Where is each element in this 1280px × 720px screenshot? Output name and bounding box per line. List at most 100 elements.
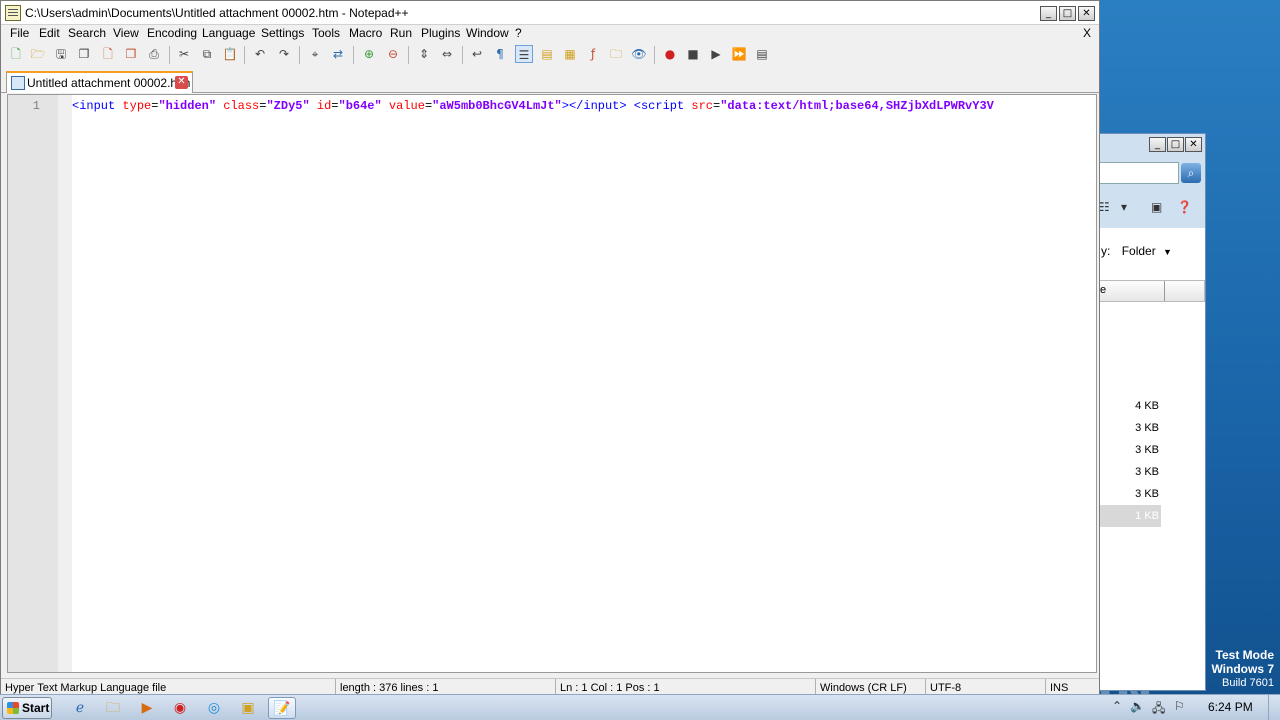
code-token: "b64e" <box>338 99 382 113</box>
run-macro-multiple-icon[interactable]: ⏩ <box>730 45 748 63</box>
menu-tools[interactable]: Tools <box>312 26 340 40</box>
tab-bar: Untitled attachment 00002.htm ✕ <box>1 67 1099 93</box>
menu-search[interactable]: Search <box>68 26 106 40</box>
column-divider[interactable] <box>1164 281 1165 301</box>
menu-edit[interactable]: Edit <box>39 26 60 40</box>
new-file-icon[interactable]: 🗋 <box>7 45 25 63</box>
zoom-out-icon[interactable]: ⊖ <box>384 45 402 63</box>
arrange-by-label: y: <box>1101 244 1111 258</box>
play-macro-icon[interactable]: ▶ <box>707 45 725 63</box>
test-mode-label: Test Mode <box>1215 648 1274 662</box>
find-icon[interactable]: ⌖ <box>306 45 324 63</box>
file-size: 3 KB <box>1135 466 1159 478</box>
file-size-selected[interactable]: 1 KB <box>1099 505 1161 527</box>
zoom-in-icon[interactable]: ⊕ <box>360 45 378 63</box>
menu-plugins[interactable]: Plugins <box>421 26 460 40</box>
explorer-search-input[interactable] <box>1099 162 1179 184</box>
menu-bar: File Edit Search View Encoding Language … <box>1 25 1099 43</box>
file-explorer-icon[interactable]: 🗀 <box>99 697 127 719</box>
start-button[interactable]: Start <box>2 697 52 719</box>
sync-horizontal-icon[interactable]: ⇔ <box>438 45 456 63</box>
minimize-button[interactable]: _ <box>1149 137 1166 152</box>
show-desktop-button[interactable] <box>1268 695 1280 720</box>
replace-icon[interactable]: ⇄ <box>329 45 347 63</box>
open-file-icon[interactable]: 🗁 <box>29 45 47 63</box>
folder-workspace-icon[interactable]: 🗀 <box>607 45 625 63</box>
arrange-by[interactable]: y: Folder ▼ <box>1101 244 1172 258</box>
build-label: Build 7601 <box>1222 677 1274 689</box>
indent-guide-icon[interactable]: ☰ <box>515 45 533 63</box>
minimize-button[interactable]: _ <box>1040 6 1057 21</box>
notepadpp-taskbar-icon[interactable]: 📝 <box>268 697 296 719</box>
maximize-button[interactable]: □ <box>1167 137 1184 152</box>
save-all-icon[interactable]: ❐ <box>75 45 93 63</box>
internet-explorer-icon[interactable]: ℯ <box>66 697 94 719</box>
close-document-button[interactable]: X <box>1083 26 1091 40</box>
close-button[interactable]: ✕ <box>1185 137 1202 152</box>
monitoring-icon[interactable]: 👁 <box>630 45 648 63</box>
show-hidden-icons-icon[interactable]: ⌃ <box>1112 699 1122 713</box>
tab-label: Untitled attachment 00002.htm <box>27 76 191 90</box>
explorer-window[interactable]: _ □ ✕ ⌕ ☷ ▾ ▣ ❓ y: Folder ▼ e 4 KB 3 KB … <box>1098 133 1206 691</box>
preview-pane-icon[interactable]: ▣ <box>1151 200 1162 214</box>
view-options-icon[interactable]: ☷ <box>1099 200 1110 214</box>
code-token: type <box>115 99 152 113</box>
menu-language[interactable]: Language <box>202 26 255 40</box>
undo-icon[interactable]: ↶ <box>251 45 269 63</box>
paste-icon[interactable]: 📋 <box>221 45 239 63</box>
explorer-content: y: Folder ▼ e 4 KB 3 KB 3 KB 3 KB 3 KB 1… <box>1099 228 1205 690</box>
sync-vertical-icon[interactable]: ⇕ <box>415 45 433 63</box>
save-icon[interactable]: 🖫 <box>52 45 70 63</box>
record-macro-icon[interactable]: ● <box>661 45 679 63</box>
user-language-icon[interactable]: ▤ <box>538 45 556 63</box>
code-line[interactable]: <input type="hidden" class="ZDy5" id="b6… <box>72 99 994 113</box>
help-icon[interactable]: ❓ <box>1177 200 1192 214</box>
close-all-icon[interactable]: ❒ <box>122 45 140 63</box>
action-center-icon[interactable]: ⚐ <box>1174 699 1185 713</box>
menu-view[interactable]: View <box>113 26 139 40</box>
menu-macro[interactable]: Macro <box>349 26 382 40</box>
doc-map-icon[interactable]: ▦ <box>561 45 579 63</box>
show-all-chars-icon[interactable]: ¶ <box>491 45 509 63</box>
close-tab-icon[interactable]: ✕ <box>175 76 188 89</box>
network-icon[interactable]: 🖧 <box>1152 699 1165 720</box>
column-header[interactable]: e <box>1099 280 1205 302</box>
menu-encoding[interactable]: Encoding <box>147 26 197 40</box>
word-wrap-icon[interactable]: ↩ <box>468 45 486 63</box>
stop-record-icon[interactable]: ■ <box>684 45 702 63</box>
menu-window[interactable]: Window <box>466 26 509 40</box>
close-icon[interactable]: 🗋 <box>99 45 117 63</box>
cut-icon[interactable]: ✂ <box>175 45 193 63</box>
fold-margin[interactable] <box>58 95 72 672</box>
save-macro-icon[interactable]: ▤ <box>753 45 771 63</box>
chevron-down-icon[interactable]: ▾ <box>1121 200 1127 214</box>
toolbar: 🗋 🗁 🖫 ❐ 🗋 ❒ ⎙ ✂ ⧉ 📋 ↶ ↷ ⌖ ⇄ ⊕ ⊖ ⇕ ⇔ ↩ ¶ … <box>1 43 1099 67</box>
edge-icon[interactable]: ◎ <box>200 697 228 719</box>
editor[interactable]: 1 <input type="hidden" class="ZDy5" id="… <box>7 94 1097 673</box>
media-player-icon[interactable]: ▶ <box>133 697 161 719</box>
system-tray: ⌃ 🔈 🖧 ⚐ <box>1102 695 1280 720</box>
search-icon[interactable]: ⌕ <box>1181 163 1201 183</box>
code-token: value <box>381 99 425 113</box>
print-icon[interactable]: ⎙ <box>145 45 163 63</box>
redo-icon[interactable]: ↷ <box>275 45 293 63</box>
arrange-by-value: Folder <box>1121 244 1156 258</box>
title-bar[interactable]: C:\Users\admin\Documents\Untitled attach… <box>1 1 1099 25</box>
volume-icon[interactable]: 🔈 <box>1130 699 1145 713</box>
explorer-toolbar: ☷ ▾ ▣ ❓ <box>1099 194 1205 222</box>
menu-file[interactable]: File <box>10 26 29 40</box>
clock[interactable]: 6:24 PM <box>1208 700 1253 714</box>
maximize-button[interactable]: □ <box>1059 6 1076 21</box>
menu-run[interactable]: Run <box>390 26 412 40</box>
norton-icon[interactable]: ▣ <box>234 697 262 719</box>
tab-untitled-attachment[interactable]: Untitled attachment 00002.htm ✕ <box>6 71 193 93</box>
close-button[interactable]: ✕ <box>1078 6 1095 21</box>
menu-settings[interactable]: Settings <box>261 26 304 40</box>
function-list-icon[interactable]: ƒ <box>584 45 602 63</box>
column-header-label: e <box>1100 284 1107 296</box>
chrome-icon[interactable]: ◉ <box>166 697 194 719</box>
menu-help[interactable]: ? <box>515 26 522 40</box>
copy-icon[interactable]: ⧉ <box>198 45 216 63</box>
explorer-window-controls: _ □ ✕ <box>1149 137 1202 152</box>
